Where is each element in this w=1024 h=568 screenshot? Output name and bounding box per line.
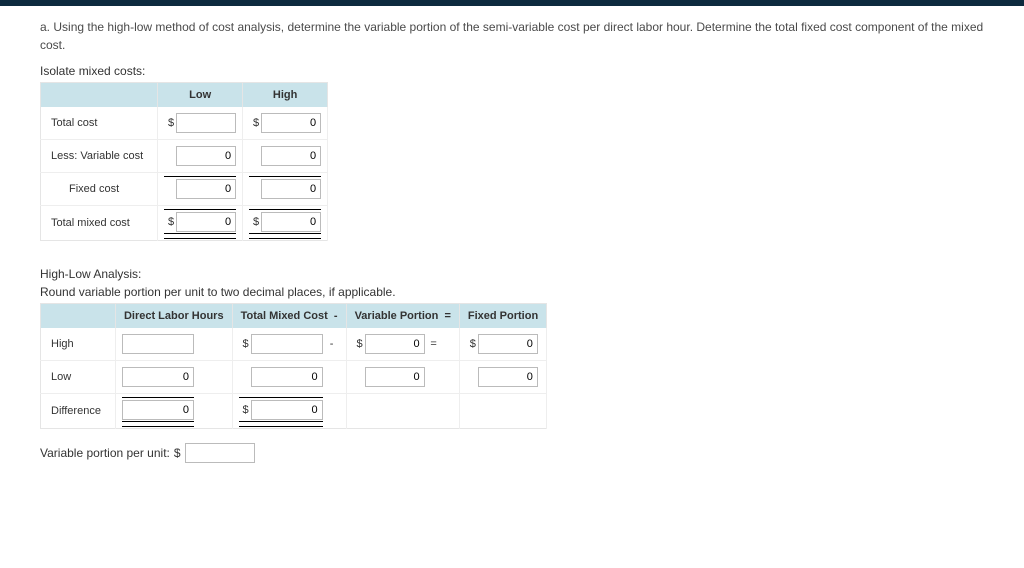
blank-header xyxy=(41,83,158,108)
currency-symbol: $ xyxy=(239,404,249,416)
cell xyxy=(459,361,546,394)
row-high-label: High xyxy=(41,328,116,361)
variable-per-unit-label: Variable portion per unit: xyxy=(40,446,170,460)
high-vp-input[interactable] xyxy=(365,334,425,354)
equals-header: = xyxy=(444,310,450,322)
diff-dlh-input[interactable] xyxy=(122,400,194,420)
low-dlh-input[interactable] xyxy=(122,367,194,387)
variable-per-unit-input[interactable] xyxy=(185,443,255,463)
cell xyxy=(158,140,243,173)
highlow-heading: High-Low Analysis: xyxy=(40,267,984,281)
less-variable-high-input[interactable] xyxy=(261,146,321,166)
col-vp-text: Variable Portion xyxy=(355,310,439,322)
cell xyxy=(346,361,459,394)
high-fp-input[interactable] xyxy=(478,334,538,354)
col-high-header: High xyxy=(243,83,328,108)
col-fp-header: Fixed Portion xyxy=(459,304,546,329)
low-fp-input[interactable] xyxy=(478,367,538,387)
col-tmc-text: Total Mixed Cost xyxy=(241,310,328,322)
diff-tmc-input[interactable] xyxy=(251,400,323,420)
low-tmc-input[interactable] xyxy=(251,367,323,387)
minus-op: - xyxy=(326,338,338,350)
currency-symbol: $ xyxy=(239,338,249,350)
row-less-variable-label: Less: Variable cost xyxy=(41,140,158,173)
currency-symbol: $ xyxy=(249,117,259,129)
cell xyxy=(158,173,243,206)
cell: $ = xyxy=(346,328,459,361)
row-total-mixed-label: Total mixed cost xyxy=(41,206,158,241)
currency-symbol: $ xyxy=(164,216,174,228)
row-fixed-cost-label: Fixed cost xyxy=(41,173,158,206)
col-dlh-header: Direct Labor Hours xyxy=(115,304,232,329)
col-vp-header: Variable Portion = xyxy=(346,304,459,329)
table-row: Difference $ xyxy=(41,394,547,429)
equals-op: = xyxy=(428,338,440,350)
total-mixed-low-input[interactable] xyxy=(176,212,236,232)
high-dlh-input[interactable] xyxy=(122,334,194,354)
high-tmc-input[interactable] xyxy=(251,334,323,354)
cell xyxy=(243,173,328,206)
cell: $ xyxy=(232,394,346,429)
isolate-heading: Isolate mixed costs: xyxy=(40,64,984,78)
cell: $ xyxy=(158,206,243,241)
currency-symbol: $ xyxy=(249,216,259,228)
table-row: Low High xyxy=(41,83,328,108)
table-row: Fixed cost xyxy=(41,173,328,206)
table-row: Low xyxy=(41,361,547,394)
cell xyxy=(243,140,328,173)
cell-empty xyxy=(346,394,459,429)
currency-symbol: $ xyxy=(353,338,363,350)
total-cost-high-input[interactable] xyxy=(261,113,321,133)
cell xyxy=(115,328,232,361)
currency-symbol: $ xyxy=(174,446,181,460)
table-row: Total cost $ $ xyxy=(41,107,328,140)
currency-symbol: $ xyxy=(466,338,476,350)
total-mixed-high-input[interactable] xyxy=(261,212,321,232)
question-body: Using the high-low method of cost analys… xyxy=(40,20,983,52)
row-low-label: Low xyxy=(41,361,116,394)
fixed-cost-low-input[interactable] xyxy=(176,179,236,199)
table-row: Direct Labor Hours Total Mixed Cost - Va… xyxy=(41,304,547,329)
cell: $ xyxy=(158,107,243,140)
fixed-cost-high-input[interactable] xyxy=(261,179,321,199)
highlow-table: Direct Labor Hours Total Mixed Cost - Va… xyxy=(40,303,547,429)
content-area: a. Using the high-low method of cost ana… xyxy=(0,6,1024,483)
row-diff-label: Difference xyxy=(41,394,116,429)
currency-symbol: $ xyxy=(164,117,174,129)
isolate-table: Low High Total cost $ $ Less: Variable c… xyxy=(40,82,328,241)
cell xyxy=(115,394,232,429)
cell xyxy=(115,361,232,394)
cell-empty xyxy=(459,394,546,429)
cell: $ xyxy=(459,328,546,361)
row-total-cost-label: Total cost xyxy=(41,107,158,140)
table-row: Total mixed cost $ $ xyxy=(41,206,328,241)
cell: $ xyxy=(243,206,328,241)
total-cost-low-input[interactable] xyxy=(176,113,236,133)
cell xyxy=(232,361,346,394)
low-vp-input[interactable] xyxy=(365,367,425,387)
cell: $ - xyxy=(232,328,346,361)
col-tmc-header: Total Mixed Cost - xyxy=(232,304,346,329)
variable-per-unit-line: Variable portion per unit: $ xyxy=(40,443,984,463)
table-row: Less: Variable cost xyxy=(41,140,328,173)
table-row: High $ - $ = xyxy=(41,328,547,361)
cell: $ xyxy=(243,107,328,140)
blank-header xyxy=(41,304,116,329)
highlow-note: Round variable portion per unit to two d… xyxy=(40,285,984,299)
minus-header: - xyxy=(334,310,338,322)
question-prefix: a. xyxy=(40,20,50,34)
question-text: a. Using the high-low method of cost ana… xyxy=(40,18,984,54)
less-variable-low-input[interactable] xyxy=(176,146,236,166)
col-low-header: Low xyxy=(158,83,243,108)
